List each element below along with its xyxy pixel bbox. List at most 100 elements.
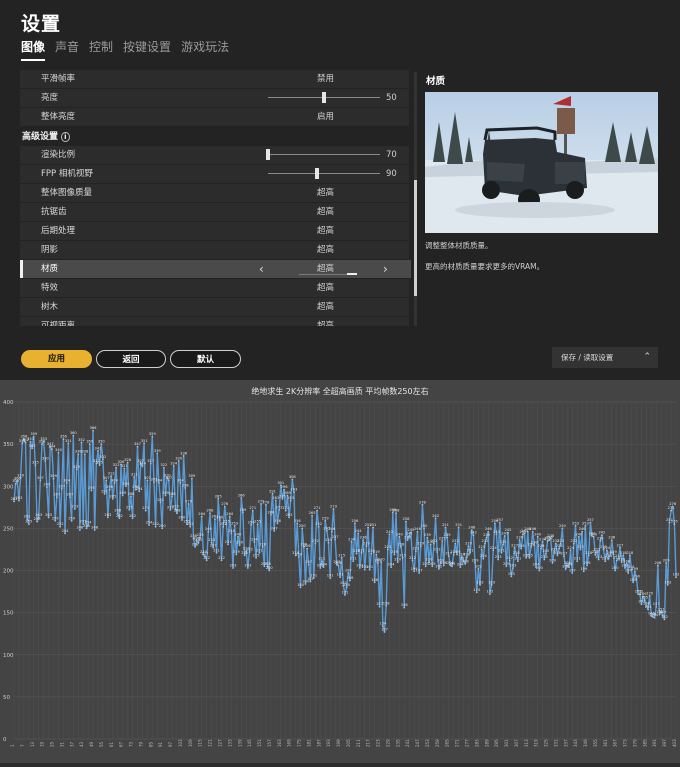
setting-label: 整体亮度 [41,112,76,122]
x-tick-label: 1 [10,744,15,747]
default-button[interactable]: 默认 [170,350,241,368]
data-label: 263 [35,513,42,517]
quality-level-indicator [347,273,357,275]
x-tick-label: 235 [395,739,400,747]
setting-row-overall-brightness[interactable]: 整体亮度 启用 [20,108,409,126]
data-label: 299 [44,483,52,487]
data-label: 203 [244,563,251,567]
data-label: 262 [432,514,439,518]
x-tick-label: 31 [59,741,64,747]
x-tick-label: 211 [356,739,361,747]
data-label: 212 [506,556,513,560]
setting-row-smooth-framerate[interactable]: 平滑帧率 禁用 [20,70,409,88]
save-load-settings-button[interactable]: 保存 / 读取设置 ⌃ [552,347,658,368]
x-tick-label: 133 [227,739,232,747]
setting-row-antialiasing[interactable]: 抗锯齿 超高 [20,203,409,221]
tab-graphics[interactable]: 图像 [21,38,46,61]
data-label: 244 [62,529,70,533]
setting-row-fpp-fov[interactable]: FPP 相机视野 90 [20,165,409,183]
data-label: 325 [96,461,103,465]
x-tick-label: 85 [148,741,153,747]
setting-row-post-processing[interactable]: 后期处理 超高 [20,222,409,240]
setting-label: FPP 相机视野 [41,169,93,179]
data-label: 221 [358,548,365,552]
data-label: 180 [343,583,351,587]
data-label: 142 [661,615,668,619]
settings-scrollbar[interactable] [414,72,417,326]
render-scale-slider-track[interactable] [268,154,380,155]
settings-list: 平滑帧率 禁用 亮度 50 整体亮度 启用 高级设置 i 渲染比例 70 FPP… [20,70,411,326]
data-label: 165 [641,595,648,599]
info-icon[interactable]: i [61,132,70,142]
setting-row-brightness[interactable]: 亮度 50 [20,89,409,107]
setting-row-render-scale[interactable]: 渲染比例 70 [20,146,409,164]
data-label: 218 [626,551,634,555]
setting-label: 亮度 [41,93,59,103]
x-tick-label: 91 [158,741,163,747]
setting-row-textures[interactable]: 材质 ‹ 超高 › [20,260,411,278]
data-label: 304 [177,478,185,482]
detail-description-1: 调整整体材质质量。 [425,241,493,250]
fps-line-chart: 绝地求生 2K分辨率 全超高画质 平均帧数250左右 0501001502002… [3,386,679,747]
scrollbar-thumb[interactable] [414,180,417,296]
save-load-label: 保存 / 读取设置 [561,353,614,362]
data-label: 256 [351,519,359,523]
tab-control[interactable]: 控制 [89,38,113,61]
setting-row-foliage[interactable]: 树木 超高 [20,298,409,316]
data-label: 271 [249,506,256,510]
tab-sound[interactable]: 声音 [55,38,79,61]
x-axis-ticks: 1 7 13 19 25 31 37 43 49 55 61 67 73 79 85 91 97 103 109 11… [10,739,677,747]
tab-keybindings[interactable]: 按键设置 [123,38,171,61]
chevron-right-icon[interactable]: › [383,260,388,278]
brightness-slider-knob[interactable] [322,92,326,103]
tab-gameplay[interactable]: 游戏玩法 [181,38,229,61]
data-label: 345 [29,444,36,448]
setting-value: 超高 [317,321,335,326]
data-label: 232 [570,539,577,543]
data-label: 246 [579,527,587,531]
data-label: 255 [223,520,230,524]
x-tick-label: 229 [385,739,390,747]
data-label: 232 [482,539,489,543]
data-label: 237 [332,535,339,539]
data-label: 212 [409,556,416,560]
data-label: 221 [213,548,220,552]
data-label: 283 [16,496,23,500]
setting-label: 树木 [41,302,59,312]
data-label: 227 [210,543,217,547]
data-label: 262 [129,514,136,518]
x-tick-label: 283 [474,739,479,747]
data-label: 263 [104,513,111,517]
data-label: 366 [90,426,98,430]
fov-slider-track[interactable] [268,173,380,174]
data-label: 219 [233,550,241,554]
setting-row-shadows[interactable]: 阴影 超高 [20,241,409,259]
setting-row-view-distance[interactable]: 可视距离 超高 [20,317,409,326]
data-label: 209 [472,558,480,562]
data-label: 353 [40,437,47,441]
data-label: 268 [114,509,122,513]
data-label: 205 [449,562,456,566]
data-label: 240 [575,532,583,536]
chevron-left-icon[interactable]: ‹ [259,260,264,278]
x-tick-label: 325 [544,739,549,747]
data-label: 236 [360,536,368,540]
data-label: 200 [612,566,620,570]
y-tick-label: 400 [3,400,14,406]
render-scale-slider-knob[interactable] [266,149,270,160]
setting-row-overall-quality[interactable]: 整体图像质量 超高 [20,184,409,202]
data-label: 320 [73,465,81,469]
setting-row-effects[interactable]: 特效 超高 [20,279,409,297]
back-button[interactable]: 返回 [96,350,166,368]
data-label: 174 [473,588,481,592]
y-tick-label: 0 [3,737,7,743]
data-label: 265 [309,511,316,515]
x-tick-label: 265 [445,739,450,747]
data-label: 255 [254,520,261,524]
apply-button[interactable]: 应用 [21,350,92,368]
fov-slider-knob[interactable] [315,168,319,179]
fps-chart: 绝地求生 2K分辨率 全超高画质 平均帧数250左右 0 50 100 150 200 2… [0,380,680,763]
data-label: 183 [488,580,495,584]
data-label: 238 [547,534,555,538]
data-label: 308 [289,475,297,479]
